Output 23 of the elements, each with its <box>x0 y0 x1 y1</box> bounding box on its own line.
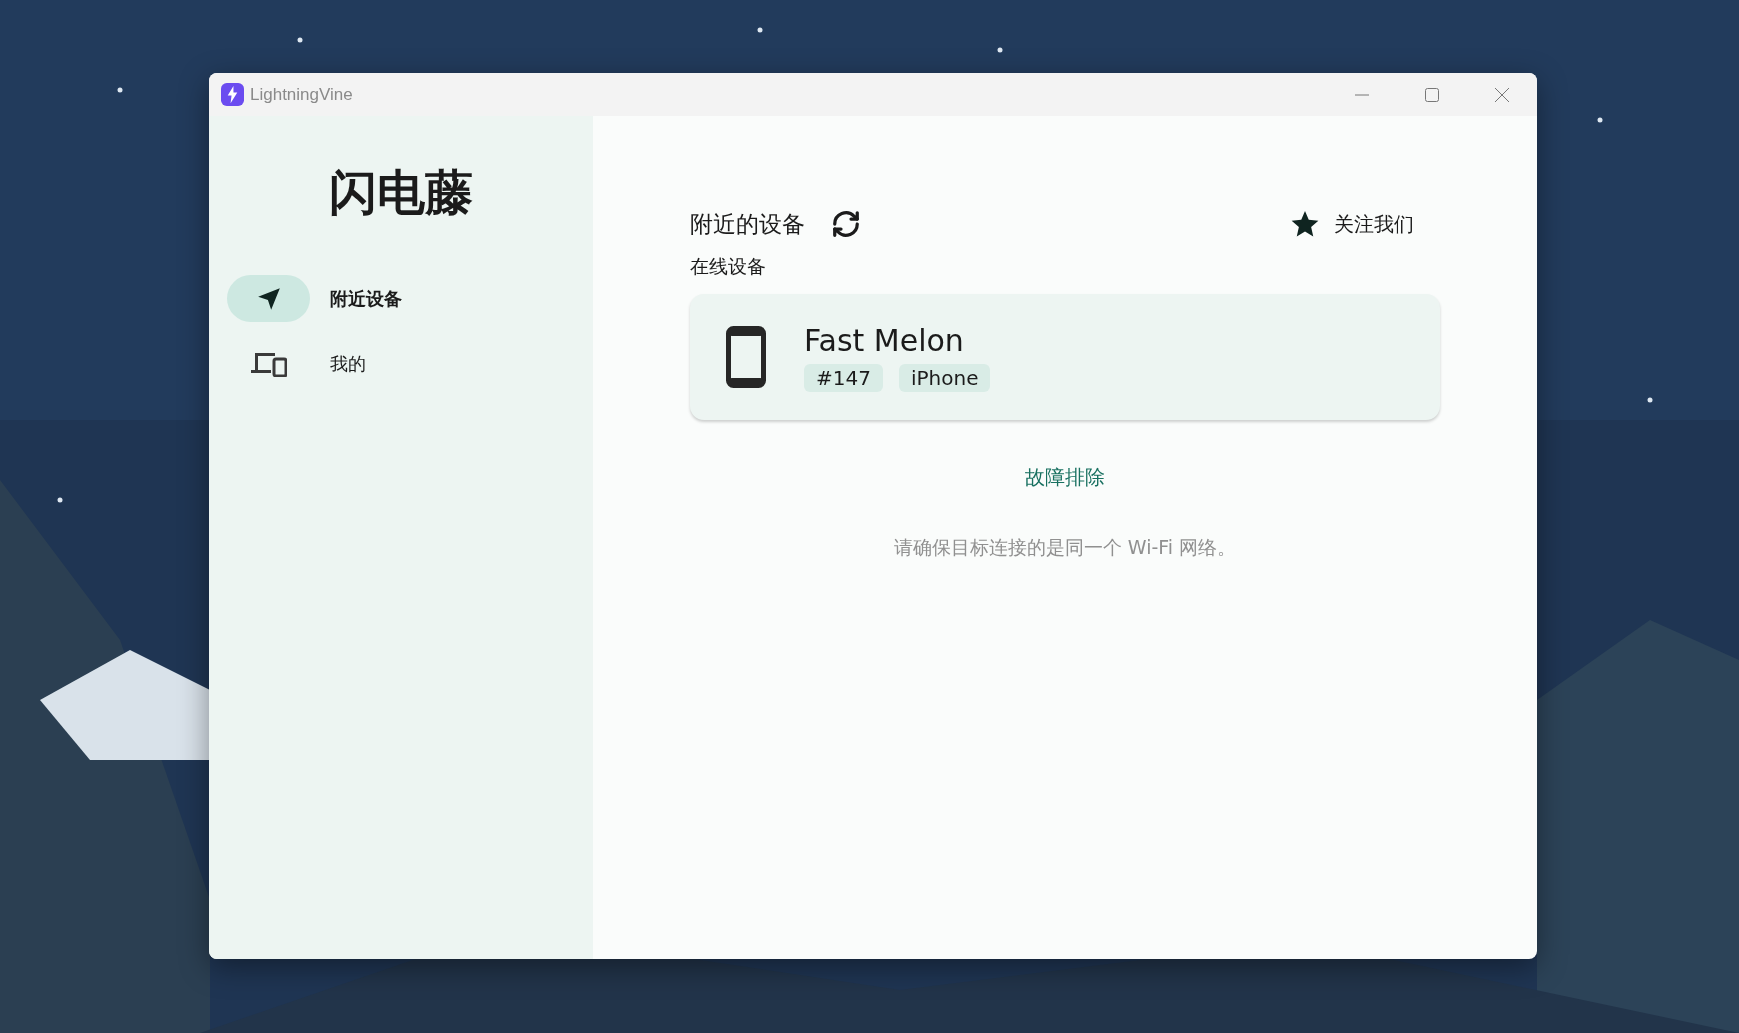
nav-item-indicator[interactable] <box>227 275 310 322</box>
nav-label[interactable]: 我的 <box>330 351 366 376</box>
star-icon <box>1290 209 1320 239</box>
follow-us-link[interactable]: 关注我们 <box>1290 209 1414 239</box>
device-tag: iPhone <box>898 363 991 392</box>
window-title: LightningVine <box>250 84 353 105</box>
device-name: Fast Melon <box>804 322 965 358</box>
notice-text: 请确保目标连接的是同一个 Wi-Fi 网络。 <box>893 535 1237 560</box>
maximize-icon <box>1424 86 1440 103</box>
troubleshoot-link[interactable]: 故障排除 <box>1025 464 1105 491</box>
nav-label[interactable]: 附近设备 <box>330 286 402 311</box>
app-name: 闪电藤 <box>329 163 473 222</box>
devices-icon <box>250 350 287 377</box>
refresh-icon <box>831 209 861 239</box>
device-tag: #147 <box>804 363 883 392</box>
section-label: 在线设备 <box>690 254 767 279</box>
close-icon <box>1494 86 1510 103</box>
minimize-icon <box>1355 93 1369 96</box>
app-logo-icon <box>221 83 244 106</box>
refresh-button[interactable] <box>831 209 861 239</box>
section-heading: 附近的设备 <box>690 209 805 239</box>
device-card[interactable]: Fast Melon #147 iPhone <box>690 294 1440 420</box>
phone-icon <box>726 326 766 388</box>
